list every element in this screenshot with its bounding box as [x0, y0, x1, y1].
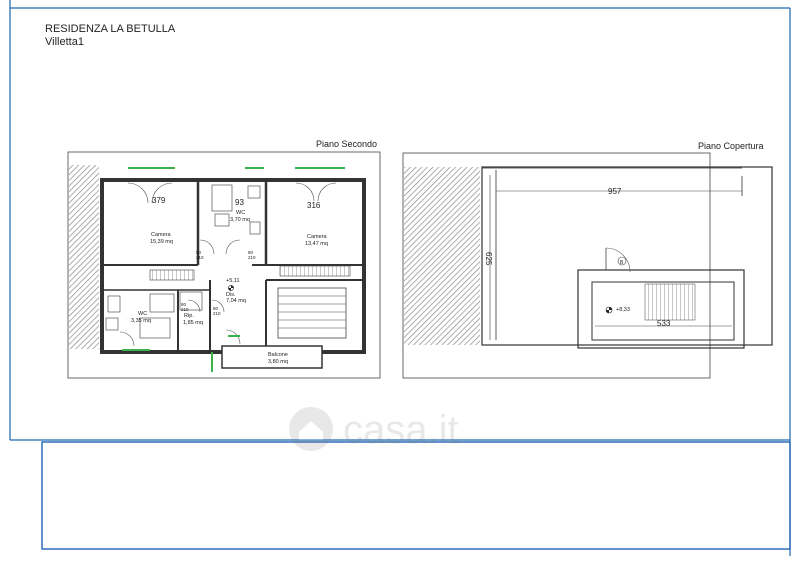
- plan-roof: [402, 152, 773, 379]
- room-name-camera-1: Camera: [151, 232, 172, 238]
- roof-neighbor-hatch: [404, 167, 480, 345]
- door-code-f: 210: [213, 311, 221, 316]
- dim-379: 379: [152, 196, 166, 205]
- dim-316: 316: [307, 201, 321, 210]
- plan-second: [67, 151, 381, 379]
- room-name-balcone: Balcone: [268, 352, 288, 358]
- roof-dim-width: 957: [608, 187, 622, 196]
- level-marker-icon: [228, 285, 234, 291]
- room-area-rip: 1,85 mq: [183, 320, 203, 326]
- room-area-dis: 7,04 mq: [226, 298, 246, 304]
- room-area-camera-2: 13,47 mq: [305, 241, 328, 247]
- room-name-rip: Rip.: [184, 313, 194, 319]
- roof-dim-inner: 533: [657, 319, 671, 328]
- project-title: RESIDENZA LA BETULLA: [45, 23, 176, 35]
- room-name-wc-1: WC: [236, 210, 245, 216]
- neighbor-hatch: [69, 165, 99, 349]
- roof-dim-height: 625: [484, 252, 493, 266]
- plan-roof-title: Piano Copertura: [698, 141, 764, 151]
- watermark-text: casa.it: [343, 408, 459, 452]
- room-area-camera-1: 15,39 mq: [150, 239, 173, 245]
- door-code-h: 210: [181, 307, 189, 312]
- floor-plan-sheet: RESIDENZA LA BETULLA Villetta1 Piano Sec…: [9, 0, 791, 556]
- unit-title: Villetta1: [45, 36, 84, 48]
- door-code-b: 210: [196, 255, 204, 260]
- room-name-wc-2: WC: [138, 311, 147, 317]
- door-code-d: 210: [248, 255, 256, 260]
- watermark: casa.it: [289, 407, 459, 452]
- room-area-balcone: 3,80 mq: [268, 359, 288, 365]
- dim-93: 93: [235, 198, 244, 207]
- room-area-wc-1: 3,70 mq: [230, 217, 250, 223]
- level-second: +5,11: [226, 278, 240, 284]
- room-area-wc-2: 3,35 mq: [131, 318, 151, 324]
- roof-level-marker-icon: [605, 306, 613, 314]
- level-roof: +8,33: [616, 307, 630, 313]
- plan-second-title: Piano Secondo: [316, 139, 377, 149]
- room-name-camera-2: Camera: [307, 234, 328, 240]
